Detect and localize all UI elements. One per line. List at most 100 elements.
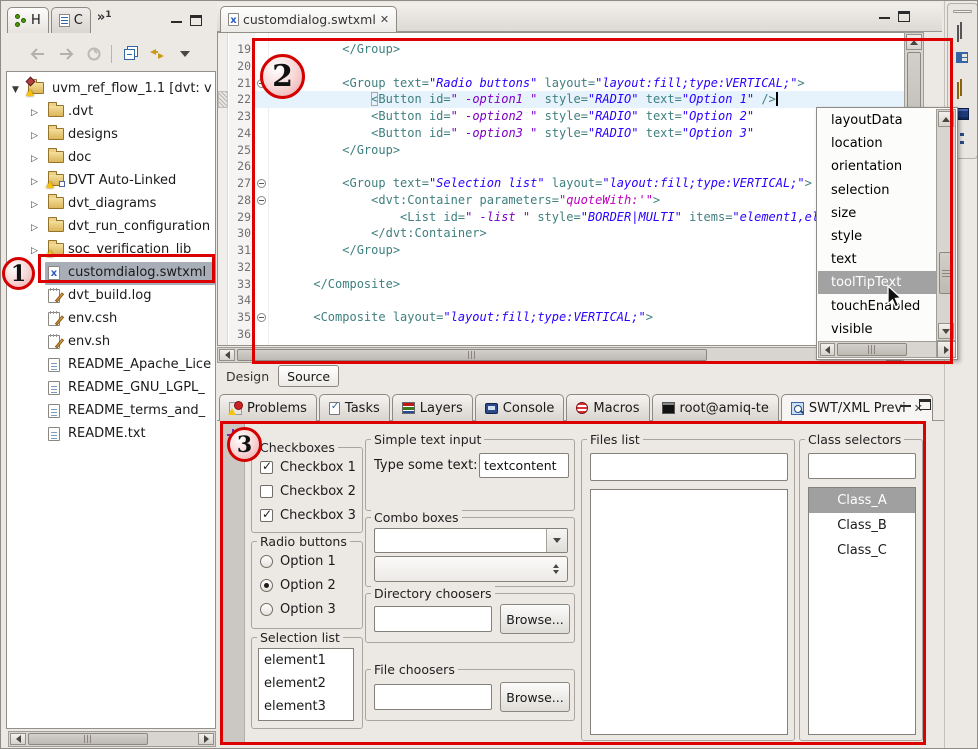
tree-item-dvt-run-configuration[interactable]: ▷dvt_run_configuration	[7, 216, 216, 239]
browse-file-button[interactable]: Browse...	[500, 682, 570, 712]
autocomplete-item-layoutData[interactable]: layoutData	[818, 109, 937, 132]
maximize-icon[interactable]	[898, 11, 910, 22]
radio-icon[interactable]	[260, 603, 273, 616]
expander-collapsed-icon[interactable]: ▷	[31, 108, 38, 118]
checkbox-3[interactable]: ✓Checkbox 3	[260, 508, 356, 523]
tree-item-env-sh[interactable]: env.sh	[7, 331, 216, 354]
expander-collapsed-icon[interactable]: ▷	[31, 223, 38, 233]
link-with-editor-icon[interactable]	[146, 43, 168, 65]
radio-icon[interactable]	[260, 555, 273, 568]
editor-tab-customdialog[interactable]: x customdialog.swtxml ✕	[220, 6, 397, 32]
tree-item-designs[interactable]: ▷designs	[7, 124, 216, 147]
tree-item-dvt-diagrams[interactable]: ▷dvt_diagrams	[7, 193, 216, 216]
fold-collapse-icon[interactable]	[257, 179, 266, 188]
scroll-thumb[interactable]	[28, 733, 148, 745]
scroll-down-icon[interactable]	[938, 323, 954, 339]
simple-text-input[interactable]	[479, 453, 569, 478]
tree-item-readme-terms-and-[interactable]: README_terms_and_	[7, 400, 216, 423]
file-path-input[interactable]	[374, 684, 492, 710]
collapse-all-icon[interactable]	[118, 43, 140, 65]
minimize-icon[interactable]	[879, 15, 890, 19]
list-item-element3[interactable]: element3	[259, 695, 353, 718]
browse-directory-button[interactable]: Browse...	[500, 604, 570, 634]
design-view-button[interactable]: Design	[220, 366, 275, 387]
scroll-left-icon[interactable]	[10, 733, 26, 745]
class-filter-input[interactable]	[808, 453, 916, 479]
expander-collapsed-icon[interactable]: ▷	[31, 131, 38, 141]
list-item-Class_A[interactable]: Class_A	[809, 488, 915, 513]
autocomplete-item-selection[interactable]: selection	[818, 179, 937, 202]
view-menu-icon[interactable]	[174, 43, 196, 65]
radio-icon[interactable]	[260, 579, 273, 592]
autocomplete-item-text[interactable]: text	[818, 248, 937, 271]
show-view-icon[interactable]	[956, 52, 968, 63]
forward-icon[interactable]	[55, 43, 77, 65]
files-filter-input[interactable]	[590, 453, 788, 481]
scroll-left-icon[interactable]	[219, 349, 235, 361]
radio-3[interactable]: Option 3	[260, 602, 336, 617]
minimize-icon[interactable]	[171, 19, 182, 23]
expander-collapsed-icon[interactable]: ▷	[31, 246, 38, 256]
checkbox-2[interactable]: Checkbox 2	[260, 484, 356, 499]
autocomplete-item-location[interactable]: location	[818, 132, 937, 155]
tree-item-readme-apache-lice[interactable]: README_Apache_Lice	[7, 354, 216, 377]
tree-item-dvt-auto-linked[interactable]: ▷DVT Auto-Linked	[7, 170, 216, 193]
tab-overflow-chevron[interactable]: »1	[93, 7, 112, 33]
tree-item-readme-gnu-lgpl-[interactable]: README_GNU_LGPL_	[7, 377, 216, 400]
combo-box-2[interactable]	[374, 556, 568, 582]
expander-collapsed-icon[interactable]: ▷	[31, 154, 38, 164]
tree-item-doc[interactable]: ▷doc	[7, 147, 216, 170]
bottom-tab-console[interactable]: Console	[475, 394, 565, 421]
tree-item--dvt[interactable]: ▷.dvt	[7, 101, 216, 124]
restore-view-icon[interactable]	[957, 25, 959, 42]
tree-item-uvm-ref-flow-1-1-dvt-v[interactable]: ▼uvm_ref_flow_1.1 [dvt: v	[7, 78, 216, 101]
tree-item-readme-txt[interactable]: README.txt	[7, 423, 216, 446]
tree-item-customdialog-swtxml[interactable]: xcustomdialog.swtxml	[7, 262, 216, 285]
checkbox-icon[interactable]: ✓	[260, 461, 273, 474]
maximize-icon[interactable]	[919, 399, 931, 410]
files-list[interactable]	[590, 489, 788, 735]
combo-box-1[interactable]	[374, 528, 568, 553]
class-list[interactable]: Class_AClass_BClass_C	[808, 487, 916, 735]
checkbox-icon[interactable]: ✓	[260, 509, 273, 522]
diagrams-view-icon[interactable]	[960, 79, 962, 96]
preview-palette-strip[interactable]	[223, 424, 245, 745]
spinner-arrows-icon[interactable]	[547, 559, 565, 579]
bottom-tab-problems[interactable]: Problems	[219, 394, 317, 421]
bottom-tab-macros[interactable]: Macros	[566, 394, 649, 421]
scroll-up-icon[interactable]	[938, 111, 954, 127]
editor-hscrollbar[interactable]	[217, 347, 904, 363]
explorer-hscrollbar[interactable]	[8, 731, 216, 747]
scroll-thumb[interactable]	[837, 343, 907, 356]
scroll-thumb[interactable]	[939, 252, 953, 294]
expander-collapsed-icon[interactable]: ▷	[31, 177, 38, 187]
tab-compile-order[interactable]: C	[51, 7, 91, 33]
checkbox-1[interactable]: ✓Checkbox 1	[260, 460, 356, 475]
source-view-button[interactable]: Source	[278, 365, 339, 387]
autocomplete-item-size[interactable]: size	[818, 202, 937, 225]
directory-path-input[interactable]	[374, 606, 492, 632]
bottom-tab-root-amiq-te[interactable]: root@amiq-te	[652, 394, 779, 421]
tree-item-dvt-build-log[interactable]: dvt_build.log	[7, 285, 216, 308]
autocomplete-item-touchEnabled[interactable]: touchEnabled	[818, 295, 937, 318]
dropdown-vscrollbar[interactable]	[936, 109, 956, 341]
bottom-tab-tasks[interactable]: Tasks	[319, 394, 390, 421]
chevron-down-icon[interactable]	[546, 529, 567, 552]
tab-hierarchy[interactable]: H	[7, 7, 49, 33]
checkbox-icon[interactable]	[260, 485, 273, 498]
autocomplete-item-orientation[interactable]: orientation	[818, 155, 937, 178]
autocomplete-item-style[interactable]: style	[818, 225, 937, 248]
list-item-Class_C[interactable]: Class_C	[809, 538, 915, 563]
dropdown-hscrollbar[interactable]	[818, 341, 937, 358]
list-item-element1[interactable]: element1	[259, 649, 353, 672]
selection-list[interactable]: element1element2element3	[258, 648, 354, 721]
radio-2[interactable]: Option 2	[260, 578, 336, 593]
close-icon[interactable]: ✕	[380, 13, 389, 26]
scroll-thumb[interactable]	[237, 349, 707, 361]
list-item-element2[interactable]: element2	[259, 672, 353, 695]
back-icon[interactable]	[27, 43, 49, 65]
go-up-icon[interactable]	[83, 43, 105, 65]
tree-item-env-csh[interactable]: env.csh	[7, 308, 216, 331]
autocomplete-item-visible[interactable]: visible	[818, 318, 937, 341]
expander-collapsed-icon[interactable]: ▷	[31, 200, 38, 210]
